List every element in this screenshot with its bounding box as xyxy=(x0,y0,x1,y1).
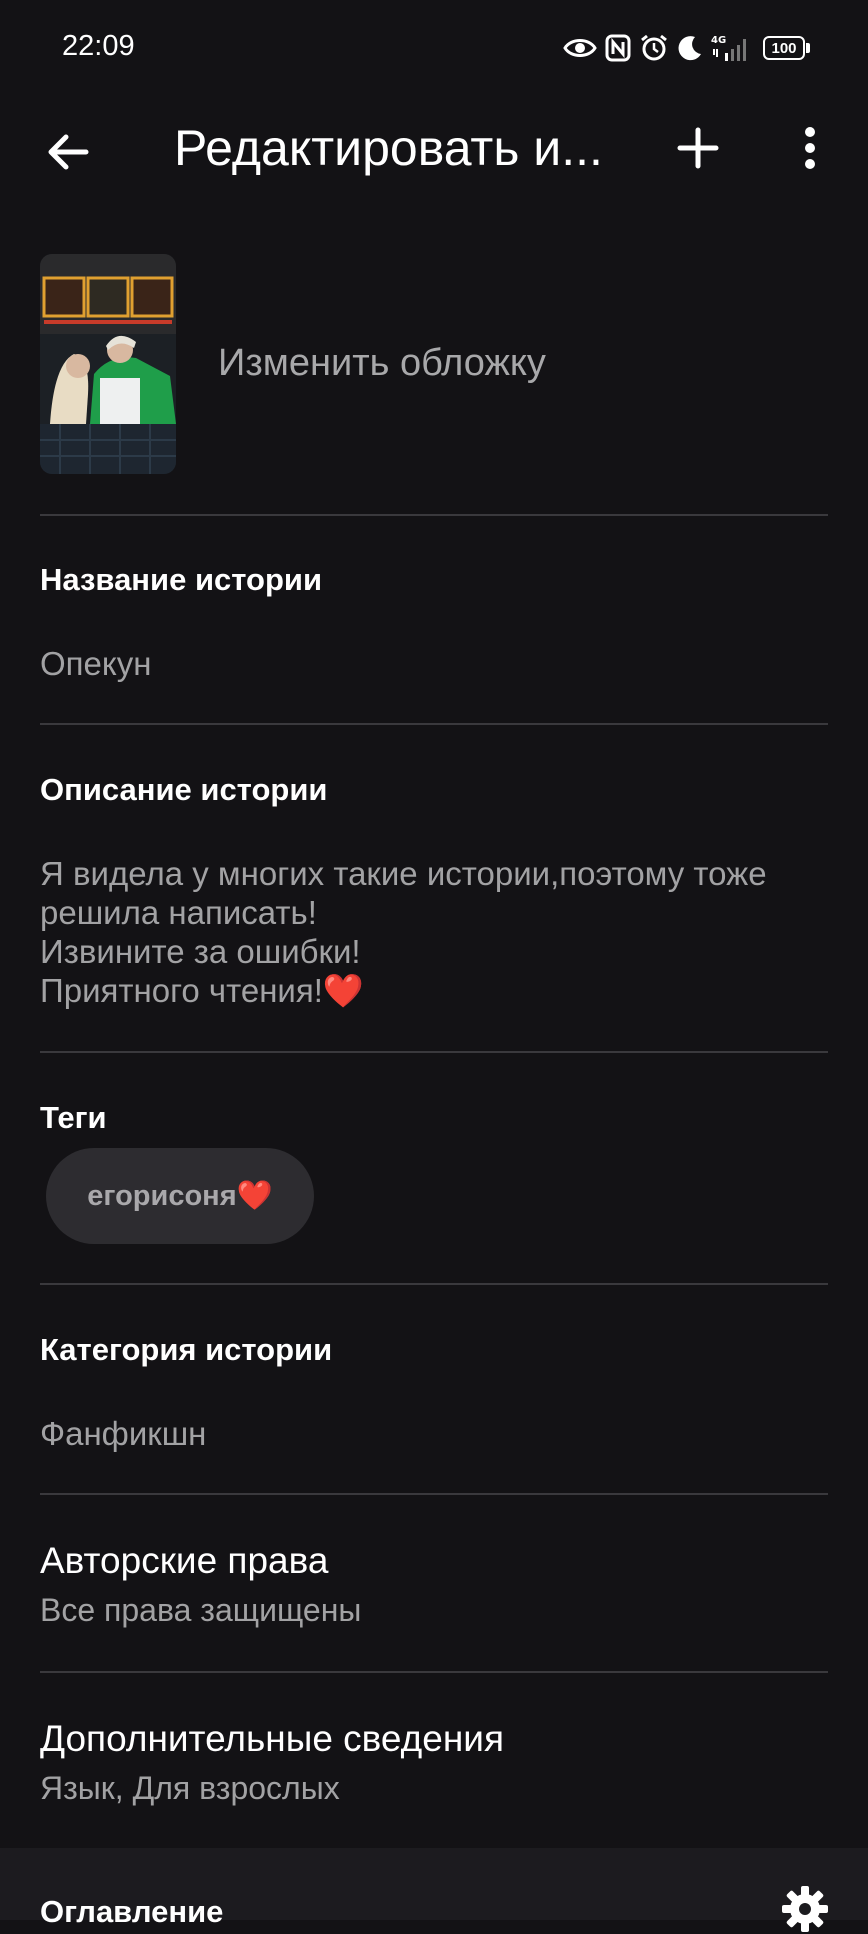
story-description-label: Описание истории xyxy=(40,772,328,807)
battery-level: 100 xyxy=(763,36,805,60)
description-line: Я видела у многих такие истории,поэтому … xyxy=(40,855,767,892)
more-vertical-icon[interactable] xyxy=(782,120,838,176)
copyright-label: Авторские права xyxy=(40,1540,329,1581)
extra-info-value: Язык, Для взрослых xyxy=(40,1770,340,1806)
status-bar: 22:09 4G 100 xyxy=(0,0,868,96)
toolbar: Редактировать и... xyxy=(0,96,868,200)
divider xyxy=(40,1671,828,1673)
category-label: Категория истории xyxy=(40,1332,333,1367)
category-select[interactable]: Фанфикшн xyxy=(40,1414,830,1453)
change-cover-label[interactable]: Изменить обложку xyxy=(218,342,546,385)
cover-image[interactable] xyxy=(40,254,176,474)
tags-label: Теги xyxy=(40,1100,107,1135)
description-line: Извините за ошибки! xyxy=(40,933,361,970)
divider xyxy=(40,1283,828,1285)
divider xyxy=(40,1051,828,1053)
status-time: 22:09 xyxy=(62,30,135,62)
divider xyxy=(40,514,828,516)
battery-icon: 100 xyxy=(763,36,810,60)
heart-emoji: ❤️ xyxy=(236,1180,273,1212)
story-title-input[interactable]: Опекун xyxy=(40,644,830,683)
network-type: 4G xyxy=(711,35,726,46)
arrow-left-icon[interactable] xyxy=(40,124,96,180)
tag-chip[interactable]: егорисоня ❤️ xyxy=(46,1148,314,1244)
story-title-label: Название истории xyxy=(40,562,322,597)
status-icons: 4G 100 xyxy=(563,30,810,66)
copyright-value: Все права защищены xyxy=(40,1592,362,1628)
moon-icon xyxy=(678,36,701,61)
page-title: Редактировать и... xyxy=(174,120,603,176)
toc-label: Оглавление xyxy=(40,1894,224,1929)
tag-text: егорисоня xyxy=(87,1179,237,1212)
signal-4g-icon: 4G xyxy=(711,35,746,61)
description-line: решила написать! xyxy=(40,894,317,931)
table-of-contents-bar: Оглавление xyxy=(0,1848,868,1932)
extra-info-label: Дополнительные сведения xyxy=(40,1718,504,1759)
divider xyxy=(40,1493,828,1495)
nfc-icon xyxy=(605,34,631,62)
story-description-input[interactable]: Я видела у многих такие истории,поэтому … xyxy=(40,854,830,1010)
alarm-icon xyxy=(641,34,667,61)
change-cover-row[interactable]: Изменить обложку xyxy=(40,254,828,474)
heart-emoji: ❤️ xyxy=(322,972,364,1009)
divider xyxy=(40,723,828,725)
plus-icon[interactable] xyxy=(670,120,726,176)
description-line: Приятного чтения!❤️ xyxy=(40,972,364,1009)
gear-icon[interactable] xyxy=(780,1884,830,1934)
eye-icon xyxy=(563,39,597,57)
